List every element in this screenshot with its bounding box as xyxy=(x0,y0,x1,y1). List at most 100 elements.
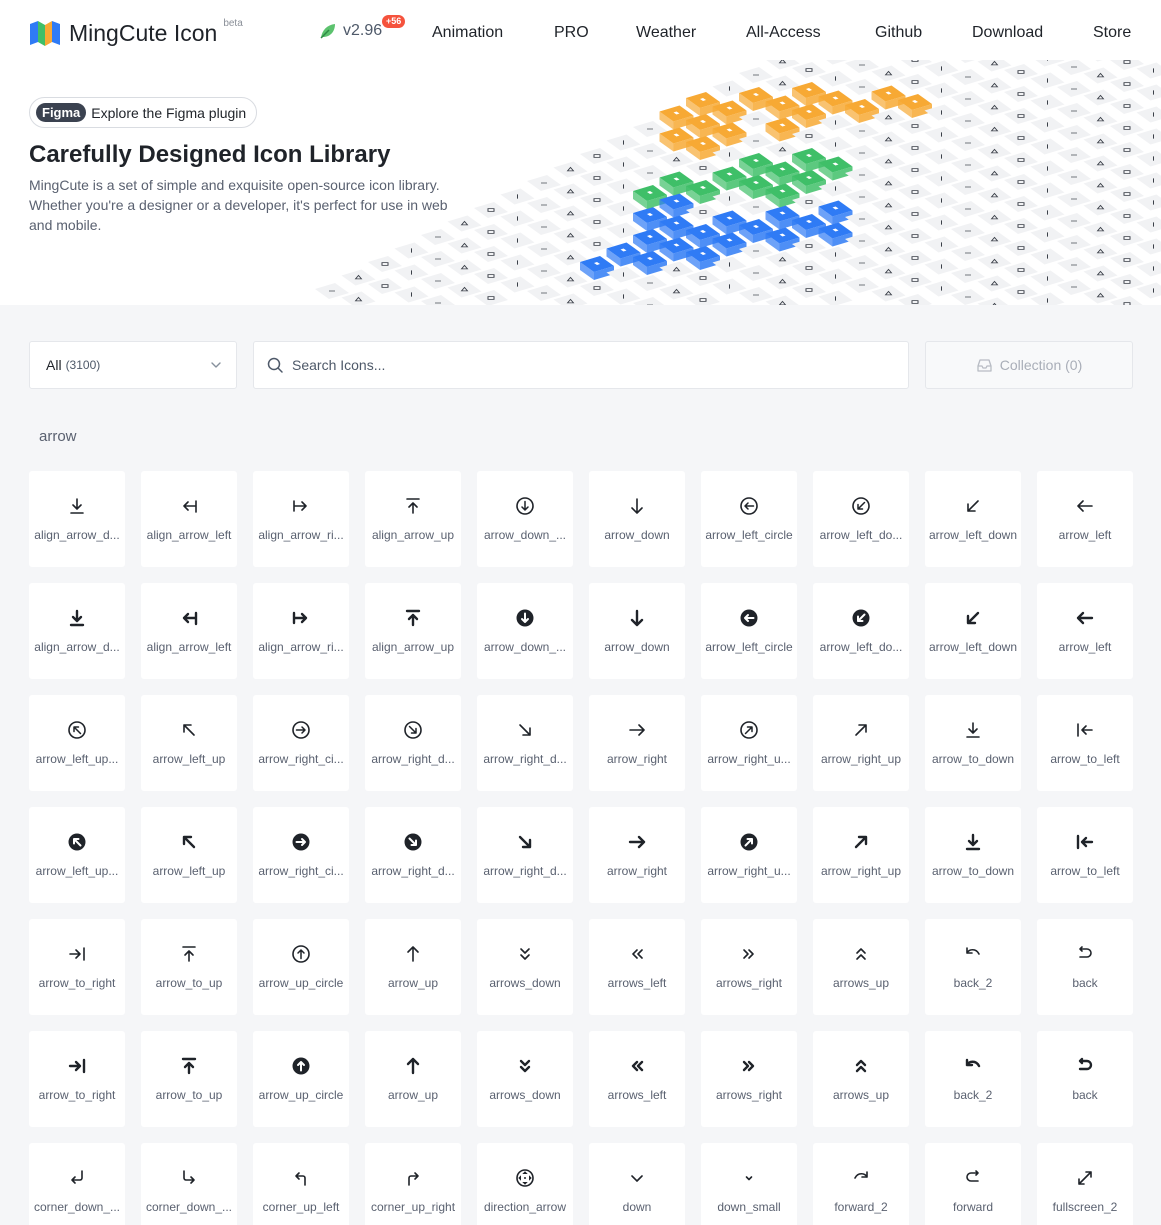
icon-tile[interactable]: direction_arrow xyxy=(477,1143,573,1225)
icon-tile[interactable]: arrow_right xyxy=(589,695,685,791)
isometric-tile xyxy=(1083,199,1118,216)
icon-tile[interactable]: arrow_left_do... xyxy=(813,583,909,679)
nav-animation[interactable]: Animation xyxy=(432,24,503,42)
icon-tile-label: arrow_left xyxy=(1058,528,1112,542)
icon-tile[interactable]: arrow_right_ci... xyxy=(253,807,349,903)
search-box[interactable] xyxy=(253,341,909,389)
nav-github[interactable]: Github xyxy=(875,24,922,42)
category-select[interactable]: All (3100) xyxy=(29,341,237,389)
icon-tile[interactable]: arrow_up xyxy=(365,1031,461,1127)
icon-tile[interactable]: align_arrow_up xyxy=(365,583,461,679)
isometric-tile xyxy=(977,275,1012,292)
icon-tile[interactable]: arrow_right_d... xyxy=(365,695,461,791)
icon-tile[interactable]: arrows_right xyxy=(701,1031,797,1127)
icon-tile[interactable]: arrow_right_up xyxy=(813,695,909,791)
icon-tile[interactable]: arrow_down_... xyxy=(477,583,573,679)
icon-tile[interactable]: arrow_up_circle xyxy=(253,919,349,1015)
icon-tile[interactable]: arrow_left_down xyxy=(925,471,1021,567)
icon-tile[interactable]: arrow_right_d... xyxy=(365,807,461,903)
icon-tile[interactable]: arrow_right xyxy=(589,807,685,903)
icon-tile[interactable]: fullscreen_2 xyxy=(1037,1143,1133,1225)
icon-tile[interactable]: arrow_right_d... xyxy=(477,695,573,791)
icon-tile[interactable]: arrow_left_circle xyxy=(701,583,797,679)
icon-tile[interactable]: align_arrow_up xyxy=(365,471,461,567)
icon-tile[interactable]: back xyxy=(1037,1031,1133,1127)
icon-tile[interactable]: arrows_down xyxy=(477,919,573,1015)
icon-tile[interactable]: arrows_left xyxy=(589,1031,685,1127)
icon-tile[interactable]: align_arrow_left xyxy=(141,471,237,567)
icon-tile[interactable]: arrow_up xyxy=(365,919,461,1015)
icon-tile[interactable]: back xyxy=(1037,919,1133,1015)
figma-plugin-link[interactable]: Figma Explore the Figma plugin xyxy=(29,97,258,128)
isometric-tile xyxy=(1004,108,1038,124)
brand-logo[interactable]: MingCute Icon beta xyxy=(30,18,243,46)
icon-tile[interactable]: align_arrow_d... xyxy=(29,583,125,679)
icon-tile[interactable]: corner_down_... xyxy=(141,1143,237,1225)
icon-tile[interactable]: corner_up_right xyxy=(365,1143,461,1225)
search-input[interactable] xyxy=(292,357,852,373)
icon-tile[interactable]: arrow_to_right xyxy=(29,919,125,1015)
isometric-tile xyxy=(1004,262,1038,278)
nav-store[interactable]: Store xyxy=(1093,24,1131,42)
icon-tile[interactable]: arrow_left_up... xyxy=(29,807,125,903)
isometric-tile xyxy=(924,126,959,143)
arrow-right-down-circle-icon xyxy=(403,832,423,852)
icon-tile[interactable]: arrows_left xyxy=(589,919,685,1015)
icon-tile[interactable]: arrow_up_circle xyxy=(253,1031,349,1127)
icon-tile[interactable]: corner_down_... xyxy=(29,1143,125,1225)
icon-tile[interactable]: arrows_up xyxy=(813,1031,909,1127)
icon-tile[interactable]: arrow_left_down xyxy=(925,583,1021,679)
icon-tile[interactable]: down_small xyxy=(701,1143,797,1225)
icon-tile-label: back_2 xyxy=(953,1088,993,1102)
icon-tile[interactable]: arrow_right_d... xyxy=(477,807,573,903)
isometric-tile xyxy=(1083,67,1118,84)
icon-tile[interactable]: arrow_right_u... xyxy=(701,807,797,903)
icon-tile[interactable]: arrow_left_do... xyxy=(813,471,909,567)
icon-tile[interactable]: forward_2 xyxy=(813,1143,909,1225)
isometric-tile xyxy=(633,275,667,291)
icon-tile[interactable]: arrow_left xyxy=(1037,471,1133,567)
section-title: arrow xyxy=(39,428,77,445)
icon-tile[interactable]: align_arrow_d... xyxy=(29,471,125,567)
icon-tile[interactable]: down xyxy=(589,1143,685,1225)
isometric-tile xyxy=(951,113,985,129)
icon-tile[interactable]: arrows_right xyxy=(701,919,797,1015)
icon-tile[interactable]: arrow_down xyxy=(589,471,685,567)
nav-download[interactable]: Download xyxy=(972,24,1043,42)
icon-tile[interactable]: arrow_left_up xyxy=(141,807,237,903)
icon-tile[interactable]: arrows_up xyxy=(813,919,909,1015)
icon-tile[interactable]: arrow_right_ci... xyxy=(253,695,349,791)
icon-tile[interactable]: arrow_to_up xyxy=(141,1031,237,1127)
icon-tile[interactable]: arrow_right_up xyxy=(813,807,909,903)
icon-tile[interactable]: align_arrow_left xyxy=(141,583,237,679)
back-2-icon xyxy=(963,944,983,964)
icon-tile[interactable]: arrow_to_down xyxy=(925,695,1021,791)
icon-tile[interactable]: back_2 xyxy=(925,919,1021,1015)
icon-tile[interactable]: arrow_to_up xyxy=(141,919,237,1015)
icon-tile[interactable]: corner_up_left xyxy=(253,1143,349,1225)
icon-tile[interactable]: forward xyxy=(925,1143,1021,1225)
icon-tile[interactable]: arrow_to_left xyxy=(1037,695,1133,791)
icon-tile[interactable]: align_arrow_ri... xyxy=(253,471,349,567)
icon-tile[interactable]: arrow_right_u... xyxy=(701,695,797,791)
icon-tile[interactable]: back_2 xyxy=(925,1031,1021,1127)
nav-weather[interactable]: Weather xyxy=(636,24,696,42)
nav-pro[interactable]: PRO xyxy=(554,24,589,42)
icon-tile[interactable]: arrow_to_right xyxy=(29,1031,125,1127)
icon-tile[interactable]: align_arrow_ri... xyxy=(253,583,349,679)
isometric-tile xyxy=(474,268,508,284)
icon-tile[interactable]: arrow_left xyxy=(1037,583,1133,679)
icon-tile[interactable]: arrow_down_... xyxy=(477,471,573,567)
icon-tile[interactable]: arrow_left_up... xyxy=(29,695,125,791)
icon-tile[interactable]: arrow_left_circle xyxy=(701,471,797,567)
version-link[interactable]: v2.96 +56 xyxy=(319,15,406,40)
icon-tile[interactable]: arrow_to_down xyxy=(925,807,1021,903)
icon-tile[interactable]: arrow_down xyxy=(589,583,685,679)
isometric-tile xyxy=(845,255,879,271)
icon-tile[interactable]: arrows_down xyxy=(477,1031,573,1127)
icon-tile[interactable]: arrow_to_left xyxy=(1037,807,1133,903)
isometric-tile xyxy=(977,121,1012,138)
collection-button[interactable]: Collection (0) xyxy=(925,341,1133,389)
icon-tile[interactable]: arrow_left_up xyxy=(141,695,237,791)
nav-all-access[interactable]: All-Access xyxy=(746,24,821,42)
